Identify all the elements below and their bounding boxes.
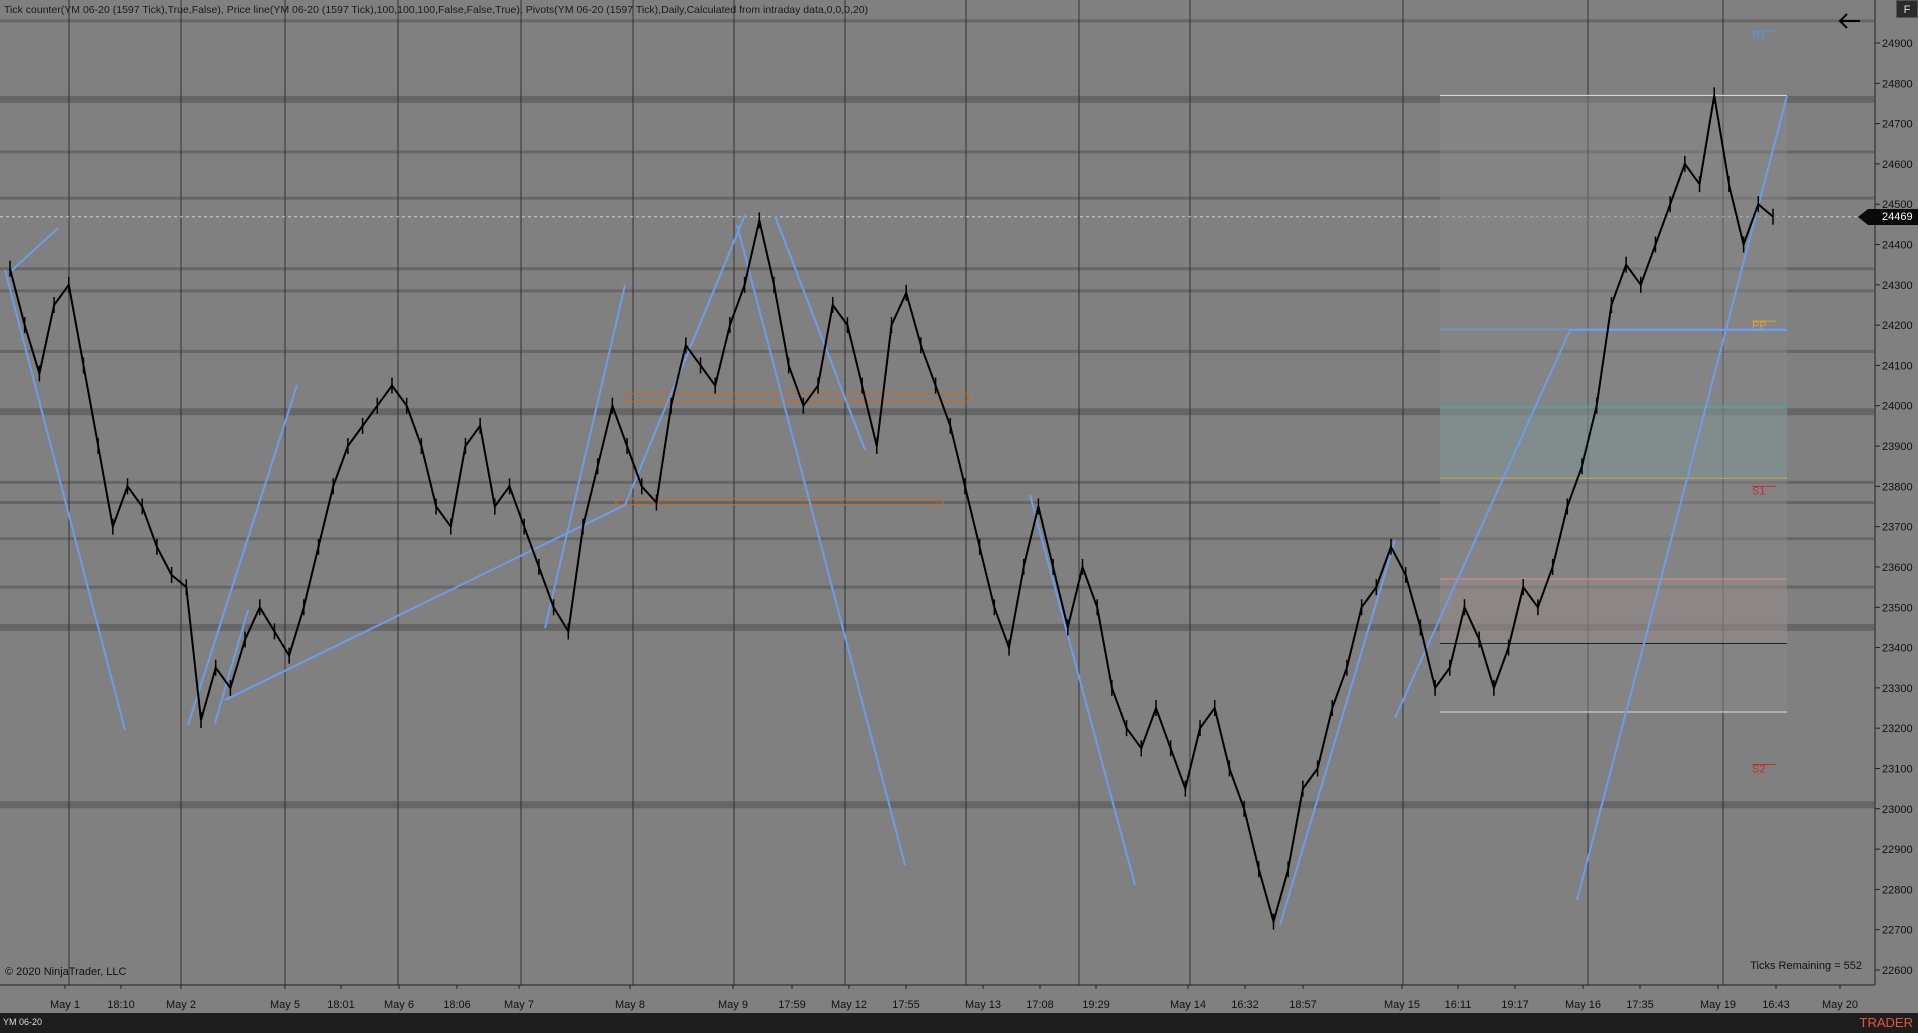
trend-line [624, 214, 746, 506]
y-tick-label: 24400 [1882, 240, 1913, 252]
x-tick-label: May 20 [1822, 999, 1858, 1011]
y-tick-label: 23800 [1882, 481, 1913, 493]
pivot-label-s1: S1 [1752, 485, 1765, 497]
trend-line [187, 384, 298, 726]
x-tick-label: 18:06 [443, 999, 471, 1011]
y-tick-label: 23400 [1882, 643, 1913, 655]
y-tick-label: 22600 [1882, 965, 1913, 977]
x-tick-label: 18:57 [1289, 999, 1317, 1011]
x-tick-label: May 9 [718, 999, 748, 1011]
x-tick-label: May 7 [504, 999, 534, 1011]
y-tick-label: 23200 [1882, 723, 1913, 735]
x-tick-label: May 16 [1565, 999, 1601, 1011]
current-price-marker: 24469 [1858, 209, 1918, 225]
indicator-list: Tick counter(YM 06-20 (1597 Tick),True,F… [4, 4, 869, 16]
x-tick-label: 18:01 [327, 999, 355, 1011]
trend-line [736, 224, 906, 866]
trend-line [1279, 539, 1396, 926]
f-button[interactable]: F [1896, 0, 1918, 18]
y-tick-label: 24900 [1882, 38, 1913, 50]
pivot-label-pp: PP [1752, 320, 1767, 332]
x-tick-label: 17:55 [892, 999, 920, 1011]
y-tick-label: 23300 [1882, 683, 1913, 695]
x-tick-label: May 1 [50, 999, 80, 1011]
y-tick-label: 24600 [1882, 159, 1913, 171]
instrument-label: YM 06-20 [3, 1017, 43, 1027]
x-tick-label: May 15 [1384, 999, 1420, 1011]
trend-line [1029, 494, 1136, 886]
y-tick-label: 22800 [1882, 884, 1913, 896]
x-tick-label: 19:17 [1501, 999, 1529, 1011]
status-bar [0, 1013, 1918, 1033]
y-tick-label: 23000 [1882, 804, 1913, 816]
y-tick-label: 22900 [1882, 844, 1913, 856]
y-tick-label: 23100 [1882, 763, 1913, 775]
x-tick-label: May 19 [1700, 999, 1736, 1011]
trend-line [9, 227, 59, 273]
y-tick-label: 24300 [1882, 280, 1913, 292]
lower-zone [1440, 579, 1787, 644]
y-tick-label: 24100 [1882, 360, 1913, 372]
y-axis-bg [1875, 0, 1918, 1033]
x-tick-label: May 8 [615, 999, 645, 1011]
y-tick-label: 24200 [1882, 320, 1913, 332]
trend-line [544, 284, 626, 629]
x-tick-label: 16:32 [1231, 999, 1259, 1011]
pivot-label-r1: R1 [1752, 30, 1766, 42]
y-tick-label: 23600 [1882, 562, 1913, 574]
y-tick-label: 24800 [1882, 78, 1913, 90]
x-tick-label: May 13 [965, 999, 1001, 1011]
y-tick-label: 24700 [1882, 119, 1913, 131]
brand-logo: TRADER [1860, 1015, 1913, 1030]
value-zone [1440, 405, 1787, 479]
y-tick-label: 23500 [1882, 602, 1913, 614]
x-tick-label: 17:59 [778, 999, 806, 1011]
x-tick-label: 17:35 [1626, 999, 1654, 1011]
y-tick-label: 23900 [1882, 441, 1913, 453]
copyright-text: © 2020 NinjaTrader, LLC [5, 966, 127, 978]
zones-layer [615, 94, 1787, 713]
pivot-label-s2: S2 [1752, 763, 1765, 775]
y-tick-label: 22700 [1882, 925, 1913, 937]
x-tick-label: May 2 [166, 999, 196, 1011]
x-tick-label: May 12 [831, 999, 867, 1011]
x-tick-label: 16:11 [1445, 999, 1472, 1011]
arrow-left-icon[interactable] [1836, 8, 1866, 34]
y-tick-label: 24000 [1882, 401, 1913, 413]
ticks-remaining: Ticks Remaining = 552 [1750, 960, 1862, 972]
x-tick-label: 19:29 [1082, 999, 1110, 1011]
x-tick-label: May 14 [1170, 999, 1206, 1011]
supply-zone [625, 393, 970, 403]
x-tick-label: 17:08 [1026, 999, 1054, 1011]
x-tick-label: May 5 [270, 999, 300, 1011]
x-tick-label: 18:10 [107, 999, 135, 1011]
x-tick-label: 16:43 [1762, 999, 1790, 1011]
y-tick-label: 23700 [1882, 522, 1913, 534]
x-tick-label: May 6 [384, 999, 414, 1011]
price-chart[interactable]: R1PPS1S2 2490024800247002460024500244002… [0, 0, 1918, 1033]
